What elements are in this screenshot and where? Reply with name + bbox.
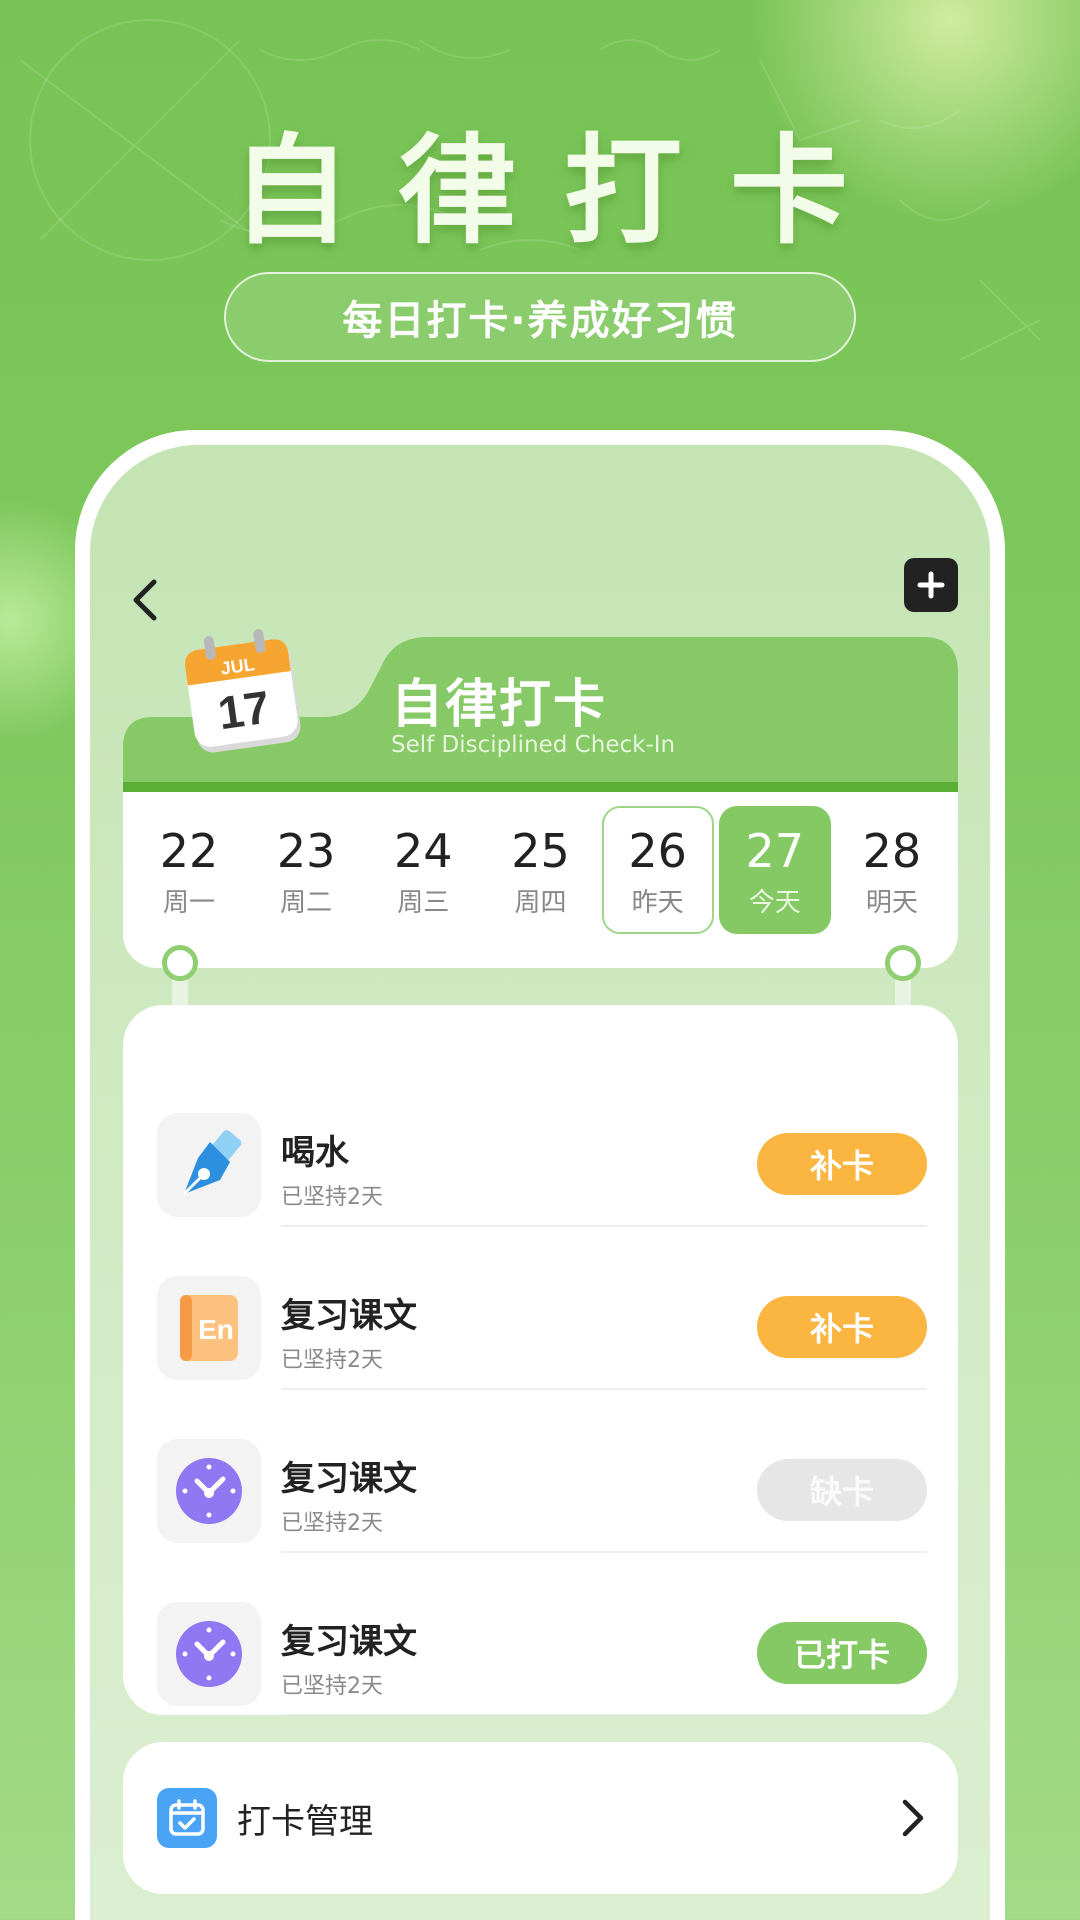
day-25[interactable]: 25 周四 (484, 806, 596, 934)
day-number: 27 (745, 823, 805, 878)
chevron-right-icon (893, 1796, 933, 1840)
task-row[interactable]: En 复习课文 已坚持2天 补卡 (157, 1276, 927, 1416)
add-button[interactable] (904, 558, 958, 612)
clock-icon (176, 1458, 242, 1524)
manage-icon-box (157, 1788, 217, 1848)
checkin-management-row[interactable]: 打卡管理 (123, 1742, 958, 1894)
task-icon-box: En (157, 1276, 261, 1380)
day-24[interactable]: 24 周三 (367, 806, 479, 934)
task-streak: 已坚持2天 (281, 1674, 383, 1699)
calendar-check-icon (169, 1799, 205, 1836)
task-list: 喝水 已坚持2天 补卡 En 复习课文 已坚持2天 补卡 复习课文 已坚持2天 … (123, 1005, 958, 1715)
divider (281, 1551, 927, 1553)
header-title: 自律打卡 (391, 675, 608, 735)
task-streak: 已坚持2天 (281, 1511, 383, 1536)
day-label: 周四 (514, 887, 567, 918)
task-icon-box (157, 1439, 261, 1543)
day-26-yesterday[interactable]: 26 昨天 (601, 806, 714, 934)
day-label: 周二 (280, 887, 333, 918)
clock-icon (176, 1621, 242, 1687)
divider (281, 1225, 927, 1227)
missed-checkin-button[interactable]: 缺卡 (757, 1459, 927, 1521)
day-label: 昨天 (631, 887, 684, 918)
plus-icon (917, 571, 945, 599)
day-27-today[interactable]: 27 今天 (718, 806, 831, 934)
binder-ring-top-right (885, 945, 921, 981)
manage-label: 打卡管理 (237, 1802, 373, 1842)
day-number: 24 (394, 823, 453, 878)
calendar-icon: JUL 17 (185, 629, 301, 753)
english-book-icon: En (180, 1295, 238, 1361)
phone-frame: 自律打卡 Self Disciplined Check-In JUL 17 22 (75, 430, 1005, 1920)
day-label: 明天 (865, 887, 918, 918)
task-streak: 已坚持2天 (281, 1185, 383, 1210)
day-number: 28 (862, 823, 922, 878)
day-number: 22 (159, 823, 219, 878)
makeup-checkin-button[interactable]: 补卡 (757, 1296, 927, 1358)
hero-subtitle: 每日打卡·养成好习惯 (224, 272, 856, 362)
task-row[interactable]: 喝水 已坚持2天 补卡 (157, 1113, 927, 1253)
task-name: 喝水 (281, 1133, 349, 1173)
task-name: 复习课文 (281, 1622, 417, 1662)
day-28[interactable]: 28 明天 (836, 806, 948, 934)
makeup-checkin-button[interactable]: 补卡 (757, 1133, 927, 1195)
chevron-left-icon (133, 579, 157, 621)
task-icon-box (157, 1602, 261, 1706)
header-underline (123, 782, 958, 792)
header-subtitle: Self Disciplined Check-In (391, 732, 676, 758)
day-label: 周一 (162, 887, 215, 918)
pen-icon (182, 1130, 242, 1196)
task-row[interactable]: 复习课文 已坚持2天 已打卡 (157, 1602, 927, 1715)
day-number: 25 (511, 823, 570, 878)
back-button[interactable] (120, 575, 170, 625)
task-icon-box (157, 1113, 261, 1217)
day-23[interactable]: 23 周二 (250, 806, 362, 934)
checked-in-button[interactable]: 已打卡 (757, 1622, 927, 1684)
day-label: 今天 (748, 887, 801, 918)
checkin-calendar-card: 自律打卡 Self Disciplined Check-In JUL 17 22 (123, 629, 958, 968)
calendar-day-text: 17 (215, 681, 273, 740)
week-strip: 22 周一 23 周二 24 周三 25 周四 26 昨天 27 今天 28 明… (123, 792, 958, 968)
day-22[interactable]: 22 周一 (133, 806, 245, 934)
day-label: 周三 (397, 887, 450, 918)
hero-title: 自律打卡 (231, 122, 896, 260)
day-number: 23 (276, 823, 336, 878)
task-name: 复习课文 (281, 1296, 417, 1336)
svg-text:En: En (198, 1314, 234, 1345)
task-streak: 已坚持2天 (281, 1348, 383, 1373)
phone-screen: 自律打卡 Self Disciplined Check-In JUL 17 22 (90, 445, 990, 1920)
binder-ring-top-left (162, 945, 198, 981)
task-row[interactable]: 复习课文 已坚持2天 缺卡 (157, 1439, 927, 1579)
day-number: 26 (628, 823, 687, 878)
divider (281, 1388, 927, 1390)
divider (281, 1714, 927, 1715)
task-name: 复习课文 (281, 1459, 417, 1499)
